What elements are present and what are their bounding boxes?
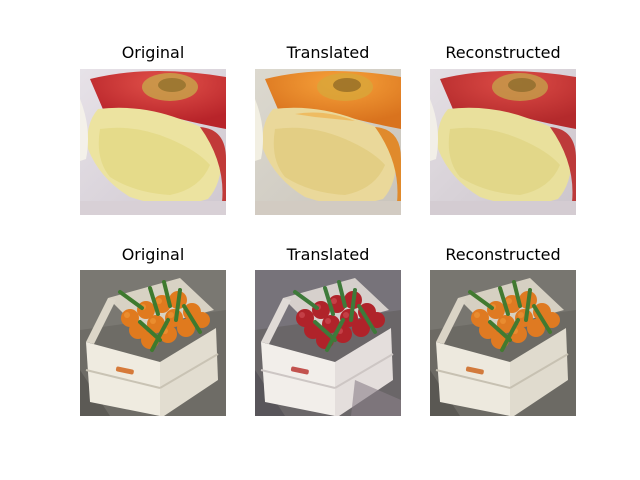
panel-title-original: Original — [121, 43, 185, 62]
apple-reconstructed-image — [430, 69, 576, 215]
panel-title-reconstructed: Reconstructed — [445, 43, 561, 62]
panel-title-translated: Translated — [286, 245, 370, 264]
panel-title-translated: Translated — [286, 43, 370, 62]
panel-title-reconstructed: Reconstructed — [445, 245, 561, 264]
apple-translated-image — [255, 69, 401, 215]
panel-title-original: Original — [121, 245, 185, 264]
crate-reconstructed-image — [430, 270, 576, 416]
crate-translated-image — [255, 270, 401, 416]
crate-original-image — [80, 270, 226, 416]
apple-original-image — [80, 69, 226, 215]
